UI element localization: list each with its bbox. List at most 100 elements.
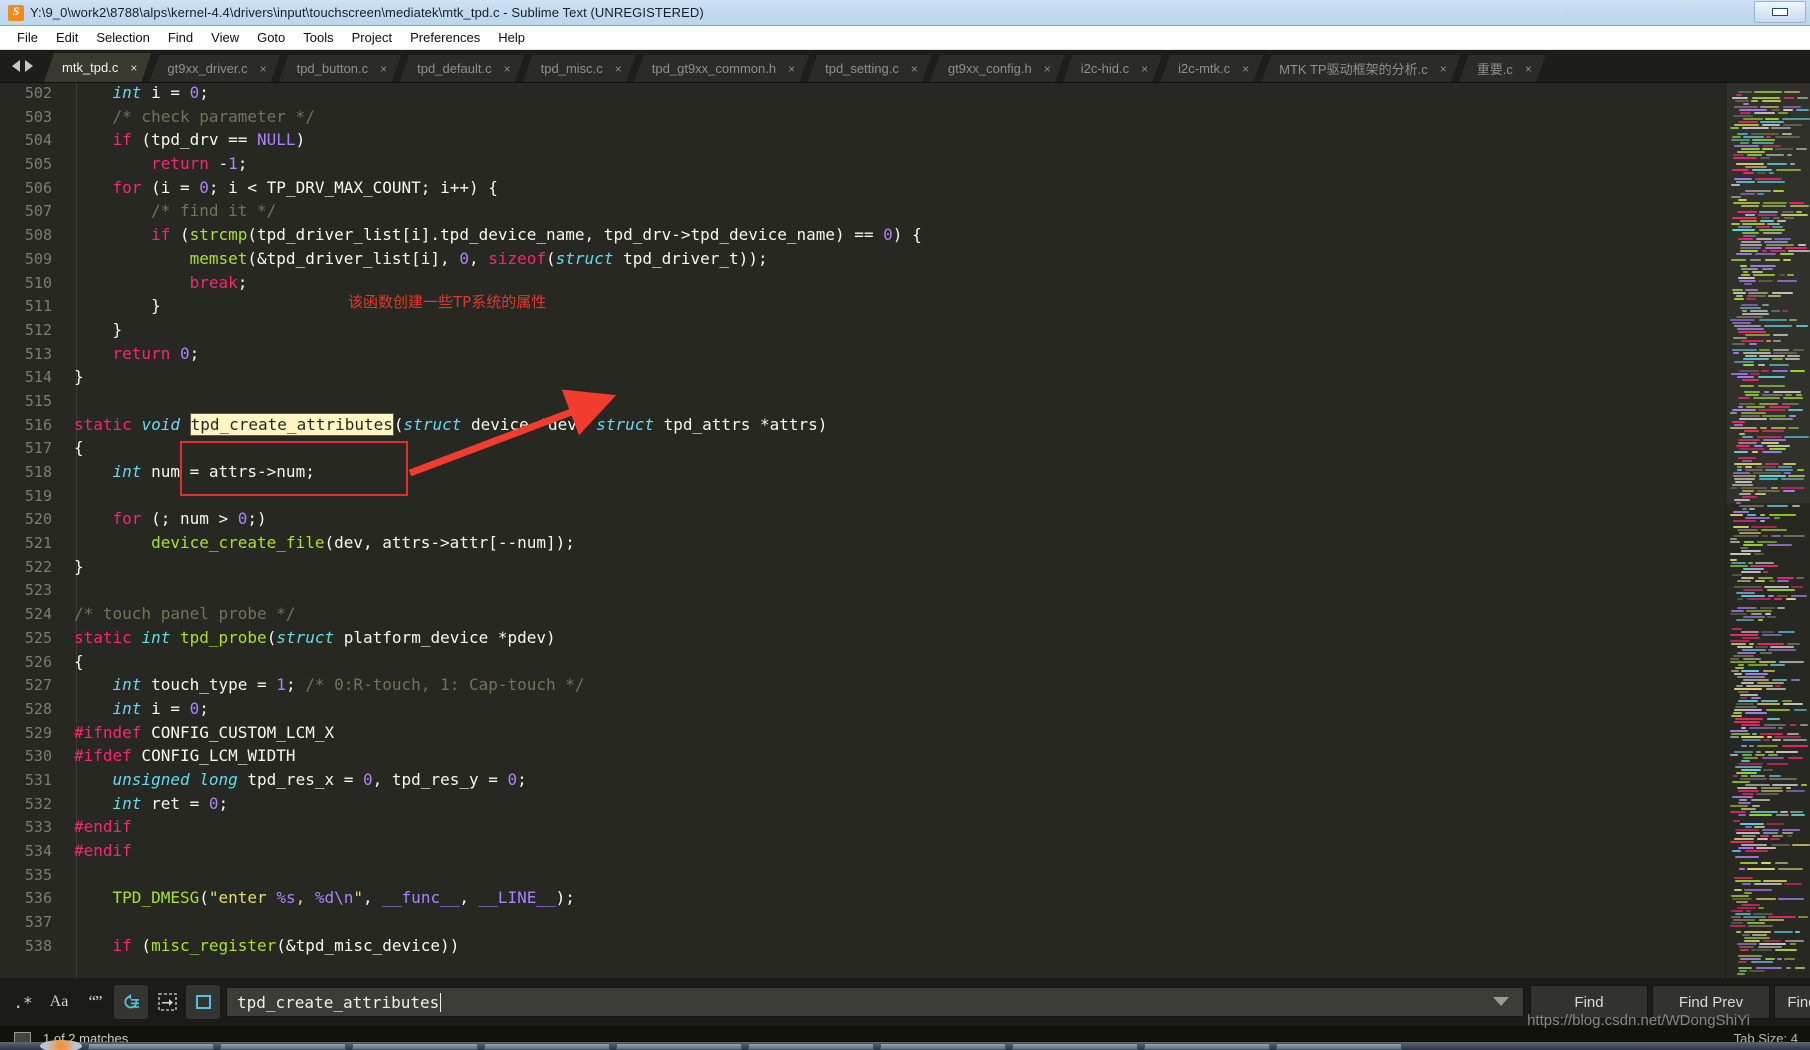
whole-word-toggle[interactable]: “” (78, 985, 112, 1019)
code-line[interactable]: 529 #ifndef CONFIG_CUSTOM_LCM_X (0, 723, 1725, 747)
menu-item-view[interactable]: View (202, 28, 248, 47)
code-line[interactable]: 521 device_create_file(dev, attrs->attr[… (0, 533, 1725, 557)
code-line[interactable]: 533 #endif (0, 817, 1725, 841)
selected-match[interactable]: tpd_create_attributes (189, 412, 394, 436)
code-line[interactable]: 514} (0, 367, 1725, 391)
tab-gt9xx-config-h[interactable]: gt9xx_config.h × (930, 55, 1065, 82)
code-line[interactable]: 537 (0, 912, 1725, 936)
taskbar-item[interactable] (616, 1042, 742, 1050)
tab-gt9xx-driver-c[interactable]: gt9xx_driver.c × (149, 55, 280, 82)
code-line[interactable]: 538 if (misc_register(&tpd_misc_device)) (0, 936, 1725, 960)
code-line[interactable]: 511 } (0, 296, 1725, 320)
tab-close-icon[interactable]: × (1525, 62, 1532, 76)
menu-item-selection[interactable]: Selection (87, 28, 158, 47)
taskbar-item[interactable] (880, 1042, 1006, 1050)
regex-toggle[interactable]: .* (6, 985, 40, 1019)
minimap-line (1764, 241, 1788, 243)
code-line[interactable]: 515 (0, 391, 1725, 415)
start-orb-icon[interactable] (40, 1040, 82, 1050)
tab--c[interactable]: 重要.c × (1459, 55, 1546, 82)
chevron-left-icon[interactable] (11, 59, 20, 72)
code-line[interactable]: 509 memset(&tpd_driver_list[i], 0, sizeo… (0, 249, 1725, 273)
taskbar-item[interactable] (220, 1042, 346, 1050)
tab-close-icon[interactable]: × (788, 62, 795, 76)
find-all-button[interactable]: Find All (1774, 985, 1810, 1019)
taskbar-item[interactable] (748, 1042, 874, 1050)
code-line[interactable]: 523 (0, 580, 1725, 604)
code-line[interactable]: 516 static void tpd_create_attributes(str… (0, 412, 1725, 439)
case-sensitive-toggle[interactable]: Aa (42, 985, 76, 1019)
taskbar-item[interactable] (1012, 1042, 1138, 1050)
code-line[interactable]: 508 if (strcmp(tpd_driver_list[i].tpd_de… (0, 225, 1725, 249)
code-view[interactable]: 502 int i = 0; 503 /* check parameter */5… (0, 83, 1725, 978)
code-line[interactable]: 532 int ret = 0; (0, 794, 1725, 818)
menu-item-file[interactable]: File (8, 28, 47, 47)
minimap-line (1730, 514, 1743, 516)
tab-close-icon[interactable]: × (504, 62, 511, 76)
in-selection-toggle[interactable] (150, 985, 184, 1019)
minimap-line (1749, 814, 1772, 816)
menu-item-edit[interactable]: Edit (47, 28, 87, 47)
tab-close-icon[interactable]: × (1141, 62, 1148, 76)
taskbar-item[interactable] (1276, 1042, 1402, 1050)
taskbar-item[interactable] (484, 1042, 610, 1050)
taskbar-item[interactable] (1144, 1042, 1270, 1050)
code-line[interactable]: 502 int i = 0; (0, 83, 1725, 107)
tab-tpd-button-c[interactable]: tpd_button.c × (279, 55, 402, 82)
tab-close-icon[interactable]: × (260, 62, 267, 76)
tab-nav-arrows[interactable] (0, 49, 44, 82)
code-line[interactable]: 520 for (; num > 0;) (0, 509, 1725, 533)
code-line[interactable]: 507 /* find it */ (0, 201, 1725, 225)
code-line[interactable]: 530 #ifdef CONFIG_LCM_WIDTH (0, 746, 1725, 770)
code-line[interactable]: 512 } (0, 320, 1725, 344)
minimap-line (1732, 97, 1748, 99)
tab-close-icon[interactable]: × (380, 62, 387, 76)
tab-close-icon[interactable]: × (911, 62, 918, 76)
code-line[interactable]: 505 return -1; (0, 154, 1725, 178)
code-line[interactable]: 536 TPD_DMESG("enter %s, %d\n", __func__… (0, 888, 1725, 912)
tab-close-icon[interactable]: × (1440, 62, 1447, 76)
tab-tpd-setting-c[interactable]: tpd_setting.c × (807, 55, 932, 82)
chevron-down-icon[interactable] (1493, 997, 1509, 1006)
minimap[interactable] (1725, 83, 1810, 978)
find-input[interactable]: tpd_create_attributes (226, 987, 1524, 1017)
chevron-right-icon[interactable] (24, 59, 33, 72)
tab-i2c-mtk-c[interactable]: i2c-mtk.c × (1160, 55, 1263, 82)
wrap-toggle[interactable] (114, 985, 148, 1019)
tab-tpd-misc-c[interactable]: tpd_misc.c × (523, 55, 636, 82)
code-line[interactable]: 522} (0, 557, 1725, 581)
tab-i2c-hid-c[interactable]: i2c-hid.c × (1063, 55, 1162, 82)
menu-item-project[interactable]: Project (343, 28, 401, 47)
taskbar-item[interactable] (352, 1042, 478, 1050)
tab-close-icon[interactable]: × (130, 61, 137, 75)
code-line[interactable]: 526 { (0, 652, 1725, 676)
menu-item-help[interactable]: Help (489, 28, 534, 47)
tab-tpd-default-c[interactable]: tpd_default.c × (399, 55, 524, 82)
highlight-results-toggle[interactable] (186, 985, 220, 1019)
minimap-line (1738, 457, 1756, 459)
code-line[interactable]: 524 /* touch panel probe */ (0, 604, 1725, 628)
menu-item-tools[interactable]: Tools (294, 28, 342, 47)
code-line[interactable]: 531 unsigned long tpd_res_x = 0, tpd_res… (0, 770, 1725, 794)
code-line[interactable]: 525 static int tpd_probe(struct platform_… (0, 628, 1725, 652)
minimize-button[interactable] (1754, 1, 1806, 23)
tab-close-icon[interactable]: × (1242, 62, 1249, 76)
tab-tpd-gt9xx-common-h[interactable]: tpd_gt9xx_common.h × (634, 55, 809, 82)
tab-mtk-tp-c[interactable]: MTK TP驱动框架的分析.c × (1261, 55, 1461, 82)
tab-close-icon[interactable]: × (1044, 62, 1051, 76)
code-line[interactable]: 504 if (tpd_drv == NULL) (0, 130, 1725, 154)
code-line[interactable]: 513 return 0; (0, 344, 1725, 368)
code-line[interactable]: 510 break; (0, 273, 1725, 297)
menu-item-find[interactable]: Find (159, 28, 202, 47)
tab-mtk-tpd-c[interactable]: mtk_tpd.c × (44, 53, 151, 82)
tab-close-icon[interactable]: × (615, 62, 622, 76)
code-line[interactable]: 527 int touch_type = 1; /* 0:R-touch, 1:… (0, 675, 1725, 699)
taskbar-item[interactable] (88, 1042, 214, 1050)
code-line[interactable]: 535 (0, 865, 1725, 889)
code-line[interactable]: 534 #endif (0, 841, 1725, 865)
code-line[interactable]: 503 /* check parameter */ (0, 107, 1725, 131)
code-line[interactable]: 528 int i = 0; (0, 699, 1725, 723)
code-line[interactable]: 506 for (i = 0; i < TP_DRV_MAX_COUNT; i+… (0, 178, 1725, 202)
menu-item-goto[interactable]: Goto (248, 28, 294, 47)
menu-item-preferences[interactable]: Preferences (401, 28, 489, 47)
